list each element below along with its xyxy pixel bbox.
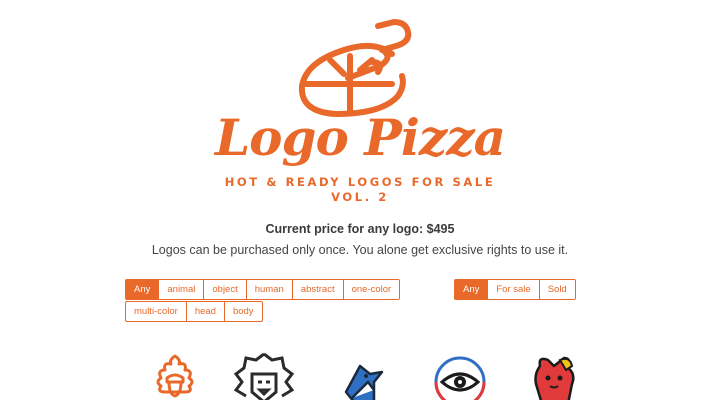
price-label: Current price for any logo:: [265, 222, 424, 236]
brand-wordmark: Logo Pizza: [215, 108, 506, 167]
price-line: Current price for any logo: $495: [0, 222, 720, 236]
blue-jay-icon[interactable]: [330, 352, 390, 400]
price-value: $495: [426, 222, 455, 236]
filter-object[interactable]: object: [203, 279, 247, 300]
filter-abstract[interactable]: abstract: [291, 279, 344, 300]
filter-head[interactable]: head: [185, 301, 225, 322]
sale-filter-any[interactable]: Any: [454, 279, 489, 300]
category-filter-row-1: Any animal object human abstract one-col…: [125, 279, 401, 300]
sale-filter-for-sale[interactable]: For sale: [487, 279, 540, 300]
sale-status-filter: Any For sale Sold: [454, 279, 576, 300]
pizza-logo-icon: [298, 19, 412, 117]
oak-leaf-acorn-icon[interactable]: [145, 352, 205, 400]
logo-grid: [0, 352, 720, 400]
filter-animal[interactable]: animal: [158, 279, 205, 300]
description: Logos can be purchased only once. You al…: [151, 243, 569, 257]
tagline: HOT & READY LOGOS FOR SALE: [224, 175, 496, 189]
eye-circle-icon[interactable]: [430, 352, 490, 400]
volume-label: VOL. 2: [331, 190, 389, 204]
filter-one-color[interactable]: one-color: [342, 279, 401, 300]
red-creature-icon[interactable]: [524, 352, 584, 400]
filter-any[interactable]: Any: [125, 279, 160, 300]
lion-head-icon[interactable]: [234, 352, 294, 400]
category-filter-row-2: multi-color head body: [125, 301, 263, 322]
filter-body[interactable]: body: [223, 301, 263, 322]
filter-human[interactable]: human: [245, 279, 293, 300]
sale-filter-sold[interactable]: Sold: [538, 279, 576, 300]
filter-multi-color[interactable]: multi-color: [125, 301, 187, 322]
